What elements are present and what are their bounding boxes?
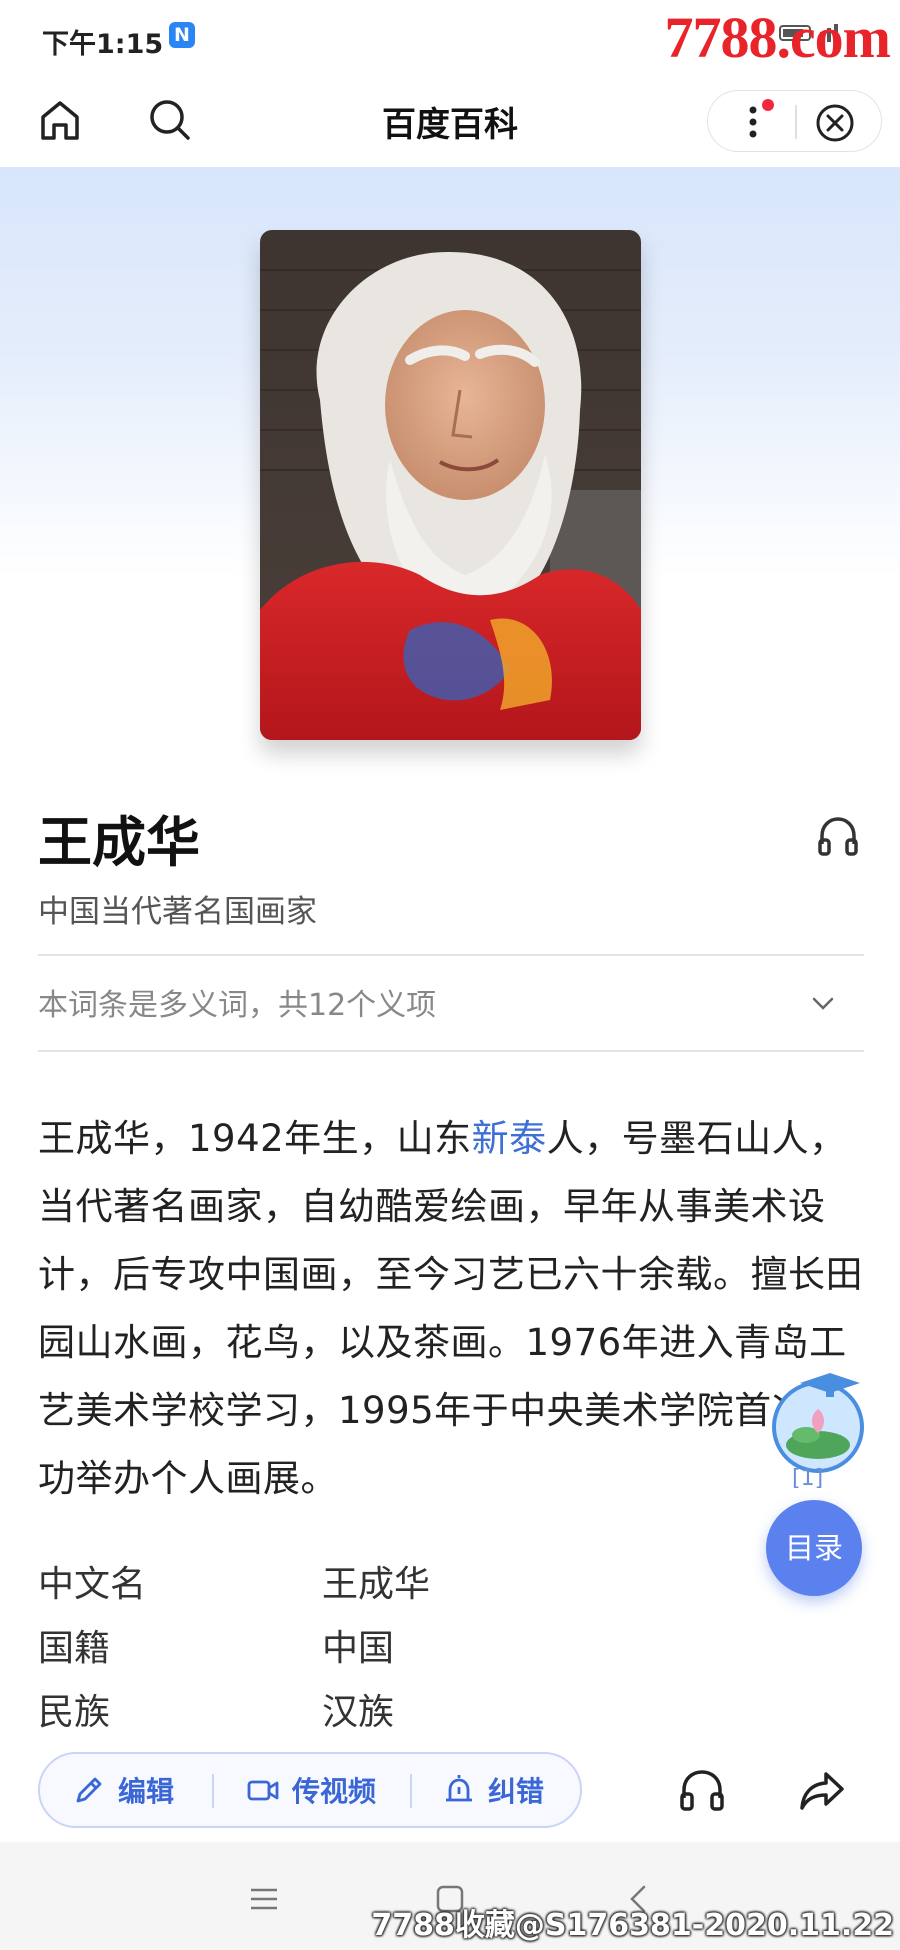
summary-text: 王成华，1942年生，山东	[38, 1117, 472, 1160]
close-icon[interactable]	[815, 103, 855, 143]
video-camera-icon	[247, 1780, 279, 1801]
alarm-icon	[446, 1775, 472, 1802]
nav-bar: 百度百科	[0, 75, 900, 167]
place-link[interactable]: 新泰	[472, 1117, 547, 1160]
info-label: 国籍	[38, 1628, 111, 1669]
mini-program-capsule	[707, 90, 882, 152]
info-value: 王成华	[322, 1564, 431, 1605]
toc-button[interactable]: 目录	[766, 1500, 862, 1596]
entry-title: 王成华	[38, 811, 200, 874]
mascot-icon[interactable]	[770, 1365, 866, 1475]
more-dots-icon[interactable]	[748, 105, 758, 139]
edit-button[interactable]: 编辑	[72, 1754, 174, 1826]
entry-subtitle: 中国当代著名国画家	[38, 894, 317, 930]
share-icon[interactable]	[796, 1764, 848, 1816]
polysemy-selector[interactable]: 本词条是多义词，共12个义项	[38, 980, 436, 1024]
status-bar: 下午1:15 N 7788.com	[0, 0, 900, 75]
bottom-toolbar: 编辑 传视频 纠错	[0, 1740, 900, 1840]
chevron-down-icon[interactable]	[810, 990, 836, 1016]
basic-info-table: 中文名 王成华 国籍 中国 民族 汉族	[38, 1555, 638, 1747]
info-label: 中文名	[38, 1564, 147, 1605]
action-pill: 编辑 传视频 纠错	[38, 1752, 582, 1828]
upload-video-label: 传视频	[292, 1775, 377, 1808]
capsule-divider	[795, 105, 797, 139]
summary-text: 人，号墨石山人，当代著名画家，自幼酷爱绘画，早年从事美术设计，后专攻中国画，至今…	[38, 1117, 863, 1500]
portrait-image[interactable]	[260, 230, 641, 740]
info-value: 汉族	[322, 1692, 395, 1733]
menu-icon[interactable]	[247, 1882, 281, 1916]
status-time: 下午1:15	[42, 29, 164, 60]
pill-separator	[212, 1774, 214, 1808]
report-error-button[interactable]: 纠错	[442, 1754, 544, 1826]
site-watermark: 7788.com	[664, 5, 891, 70]
divider	[38, 1050, 864, 1052]
edit-label: 编辑	[118, 1775, 175, 1808]
footer-watermark: 7788收藏@S176381-2020.11.22	[371, 1908, 894, 1943]
report-error-label: 纠错	[488, 1775, 545, 1808]
pill-separator	[410, 1774, 412, 1808]
entry-summary: 王成华，1942年生，山东新泰人，号墨石山人，当代著名画家，自幼酷爱绘画，早年从…	[38, 1105, 868, 1513]
headphones-icon[interactable]	[676, 1764, 728, 1816]
notification-badge-icon: N	[169, 22, 195, 48]
citation-marker[interactable]: [1]	[792, 1466, 823, 1491]
pencil-icon	[76, 1777, 102, 1803]
upload-video-button[interactable]: 传视频	[246, 1754, 376, 1826]
info-row: 民族 汉族	[38, 1683, 638, 1747]
info-row: 中文名 王成华	[38, 1555, 638, 1619]
headphones-icon[interactable]	[816, 814, 860, 858]
info-label: 民族	[38, 1692, 111, 1733]
unread-dot	[762, 99, 774, 111]
info-row: 国籍 中国	[38, 1619, 638, 1683]
divider	[38, 954, 864, 956]
info-value: 中国	[322, 1628, 395, 1669]
